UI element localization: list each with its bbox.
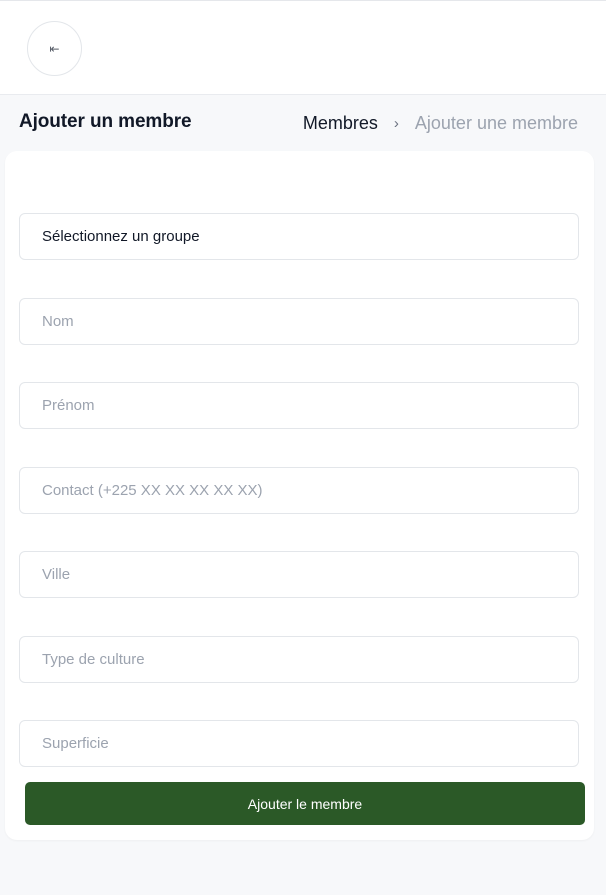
ville-input[interactable] <box>19 551 579 598</box>
breadcrumb-current: Ajouter une membre <box>414 113 578 133</box>
top-bar: ⇤ <box>0 0 606 95</box>
add-member-form-card: Sélectionnez un groupe Ajouter le membre <box>5 151 594 840</box>
breadcrumb: Membres › Ajouter une membre <box>303 113 578 134</box>
culture-type-input[interactable] <box>19 636 579 683</box>
group-select-value: Sélectionnez un groupe <box>42 228 200 245</box>
breadcrumb-members-link[interactable]: Membres <box>303 113 378 134</box>
page-header: Ajouter un membre Membres › Ajouter une … <box>0 96 606 150</box>
collapse-left-icon: ⇤ <box>49 41 60 56</box>
add-member-submit-button[interactable]: Ajouter le membre <box>25 782 585 825</box>
nom-input[interactable] <box>19 298 579 345</box>
contact-input[interactable] <box>19 467 579 514</box>
page-title: Ajouter un membre <box>19 111 192 132</box>
collapse-sidebar-button[interactable]: ⇤ <box>27 21 82 76</box>
group-select[interactable]: Sélectionnez un groupe <box>19 213 579 260</box>
superficie-input[interactable] <box>19 720 579 767</box>
chevron-right-icon: › <box>393 115 399 132</box>
prenom-input[interactable] <box>19 382 579 429</box>
